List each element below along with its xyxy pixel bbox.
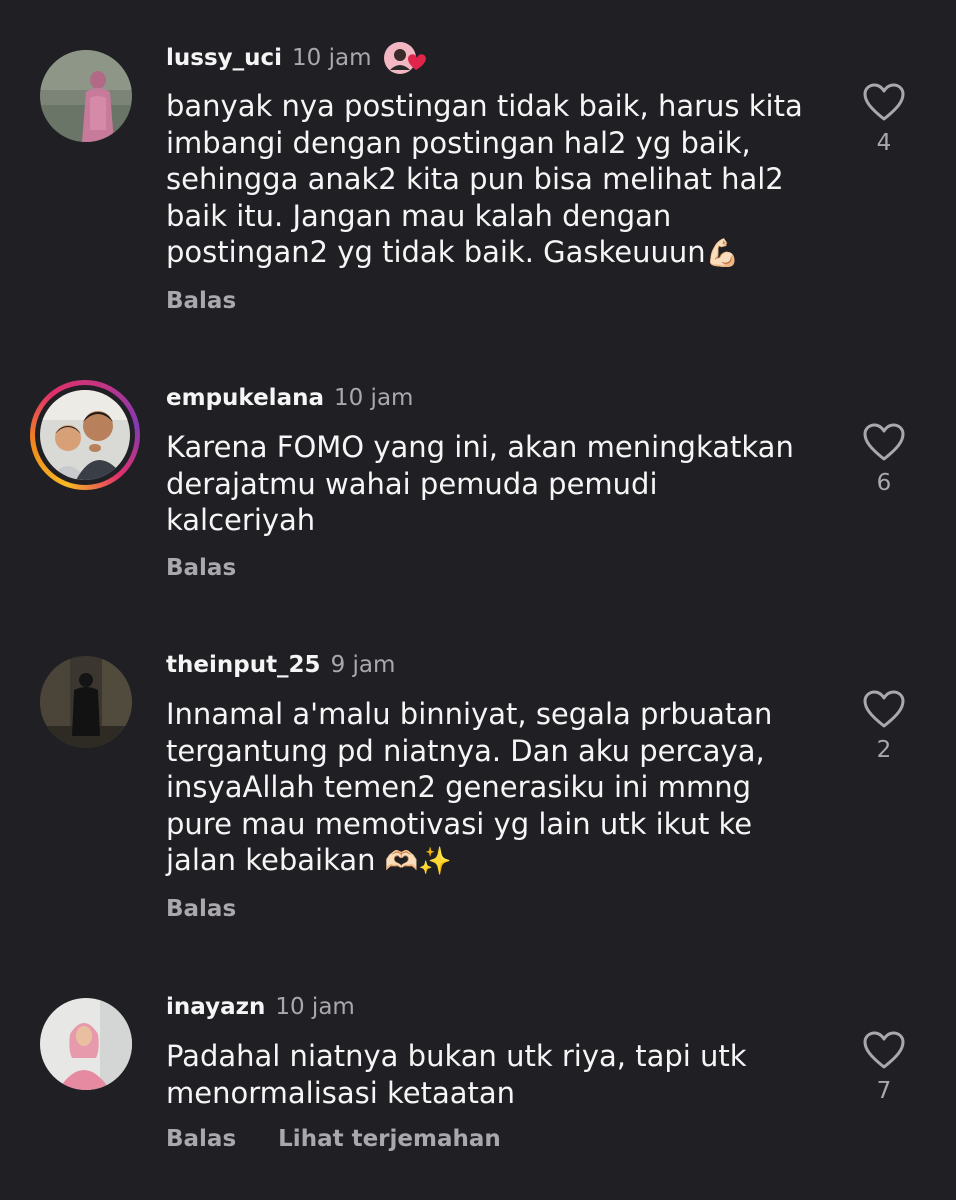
reply-button[interactable]: Balas <box>166 288 236 314</box>
reply-button[interactable]: Balas <box>166 1126 236 1152</box>
like-control: 7 <box>858 1030 910 1104</box>
flexed-biceps-emoji: 💪🏻 <box>705 238 740 269</box>
comment-text: banyak nya postingan tidak baik, harus k… <box>166 89 803 269</box>
heart-icon[interactable] <box>858 689 910 729</box>
heart-icon[interactable] <box>858 1030 910 1070</box>
avatar[interactable] <box>40 50 132 142</box>
like-count: 4 <box>876 130 892 156</box>
timestamp: 9 jam <box>330 652 396 678</box>
username[interactable]: empukelana <box>166 385 324 411</box>
avatar[interactable] <box>40 656 132 748</box>
like-control: 4 <box>858 82 910 156</box>
see-translation-button[interactable]: Lihat terjemahan <box>278 1126 501 1152</box>
comment-meta: empukelana 10 jam <box>166 378 413 418</box>
comment-text: Padahal niatnya bukan utk riya, tapi utk… <box>166 1039 747 1110</box>
reply-button[interactable]: Balas <box>166 555 236 581</box>
comment-meta: lussy_uci 10 jam <box>166 38 430 78</box>
username[interactable]: lussy_uci <box>166 45 282 71</box>
avatar <box>40 390 130 480</box>
comment-meta: theinput_25 9 jam <box>166 645 395 685</box>
comment-text: Innamal a'malu binniyat, segala prbuatan… <box>166 697 773 877</box>
like-count: 6 <box>876 470 892 496</box>
like-count: 7 <box>876 1078 892 1104</box>
username[interactable]: theinput_25 <box>166 652 321 678</box>
heart-badge-icon <box>382 40 430 76</box>
like-control: 6 <box>858 422 910 496</box>
comment-meta: inayazn 10 jam <box>166 987 355 1027</box>
comment-text: Karena FOMO yang ini, akan meningkatkan … <box>166 430 794 537</box>
reply-button[interactable]: Balas <box>166 896 236 922</box>
heart-icon[interactable] <box>858 422 910 462</box>
story-ring[interactable] <box>30 380 140 490</box>
username[interactable]: inayazn <box>166 994 265 1020</box>
timestamp: 10 jam <box>275 994 355 1020</box>
like-control: 2 <box>858 689 910 763</box>
timestamp: 10 jam <box>292 45 372 71</box>
timestamp: 10 jam <box>333 385 414 411</box>
heart-hands-sparkles-emoji: 🫶🏻✨ <box>384 846 452 877</box>
like-count: 2 <box>876 737 892 763</box>
avatar[interactable] <box>40 998 132 1090</box>
heart-icon[interactable] <box>858 82 910 122</box>
